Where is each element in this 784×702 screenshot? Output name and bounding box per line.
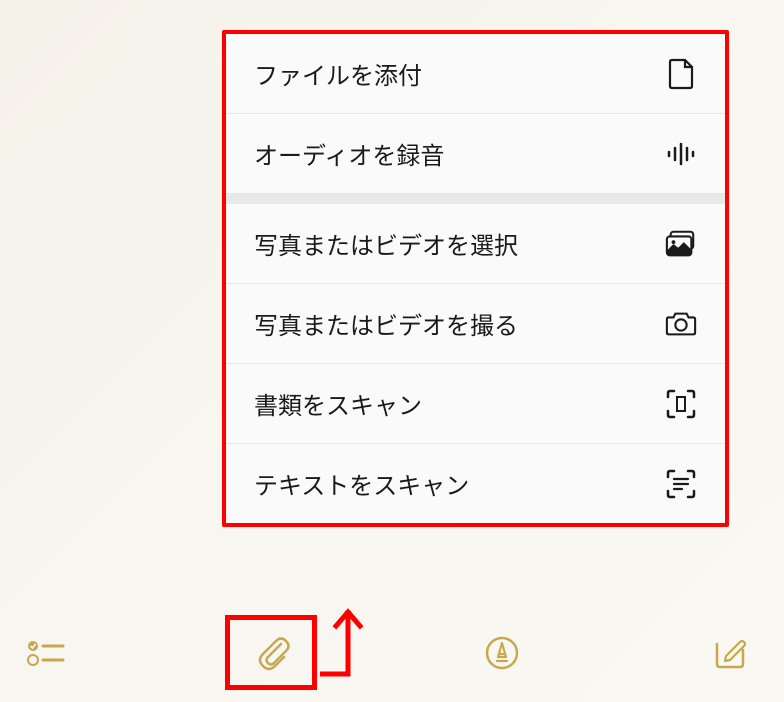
menu-item-label: オーディオを録音 [254, 136, 444, 171]
doc-scan-icon [665, 388, 697, 420]
compose-button[interactable] [706, 629, 754, 677]
photo-library-icon [665, 228, 697, 260]
menu-item-scan-text[interactable]: テキストをスキャン [226, 444, 725, 523]
menu-divider [226, 194, 725, 204]
camera-icon [665, 308, 697, 340]
menu-item-label: テキストをスキャン [254, 466, 469, 501]
menu-item-label: ファイルを添付 [254, 56, 422, 91]
menu-item-scan-document[interactable]: 書類をスキャン [226, 364, 725, 444]
attachment-menu: ファイルを添付 オーディオを録音 写真またはビデオを選択 [222, 30, 729, 527]
attachment-highlight-box [225, 615, 317, 690]
file-icon [665, 58, 697, 90]
audio-icon [665, 138, 697, 170]
menu-item-record-audio[interactable]: オーディオを録音 [226, 114, 725, 194]
menu-item-label: 写真またはビデオを撮る [254, 306, 518, 341]
text-scan-icon [665, 468, 697, 500]
menu-item-label: 写真またはビデオを選択 [254, 226, 518, 261]
bottom-toolbar [0, 629, 784, 677]
menu-item-label: 書類をスキャン [254, 386, 422, 421]
checklist-button[interactable] [22, 629, 70, 677]
menu-item-take-photo[interactable]: 写真またはビデオを撮る [226, 284, 725, 364]
menu-item-attach-file[interactable]: ファイルを添付 [226, 34, 725, 114]
menu-item-select-photo[interactable]: 写真またはビデオを選択 [226, 204, 725, 284]
markup-button[interactable] [478, 629, 526, 677]
